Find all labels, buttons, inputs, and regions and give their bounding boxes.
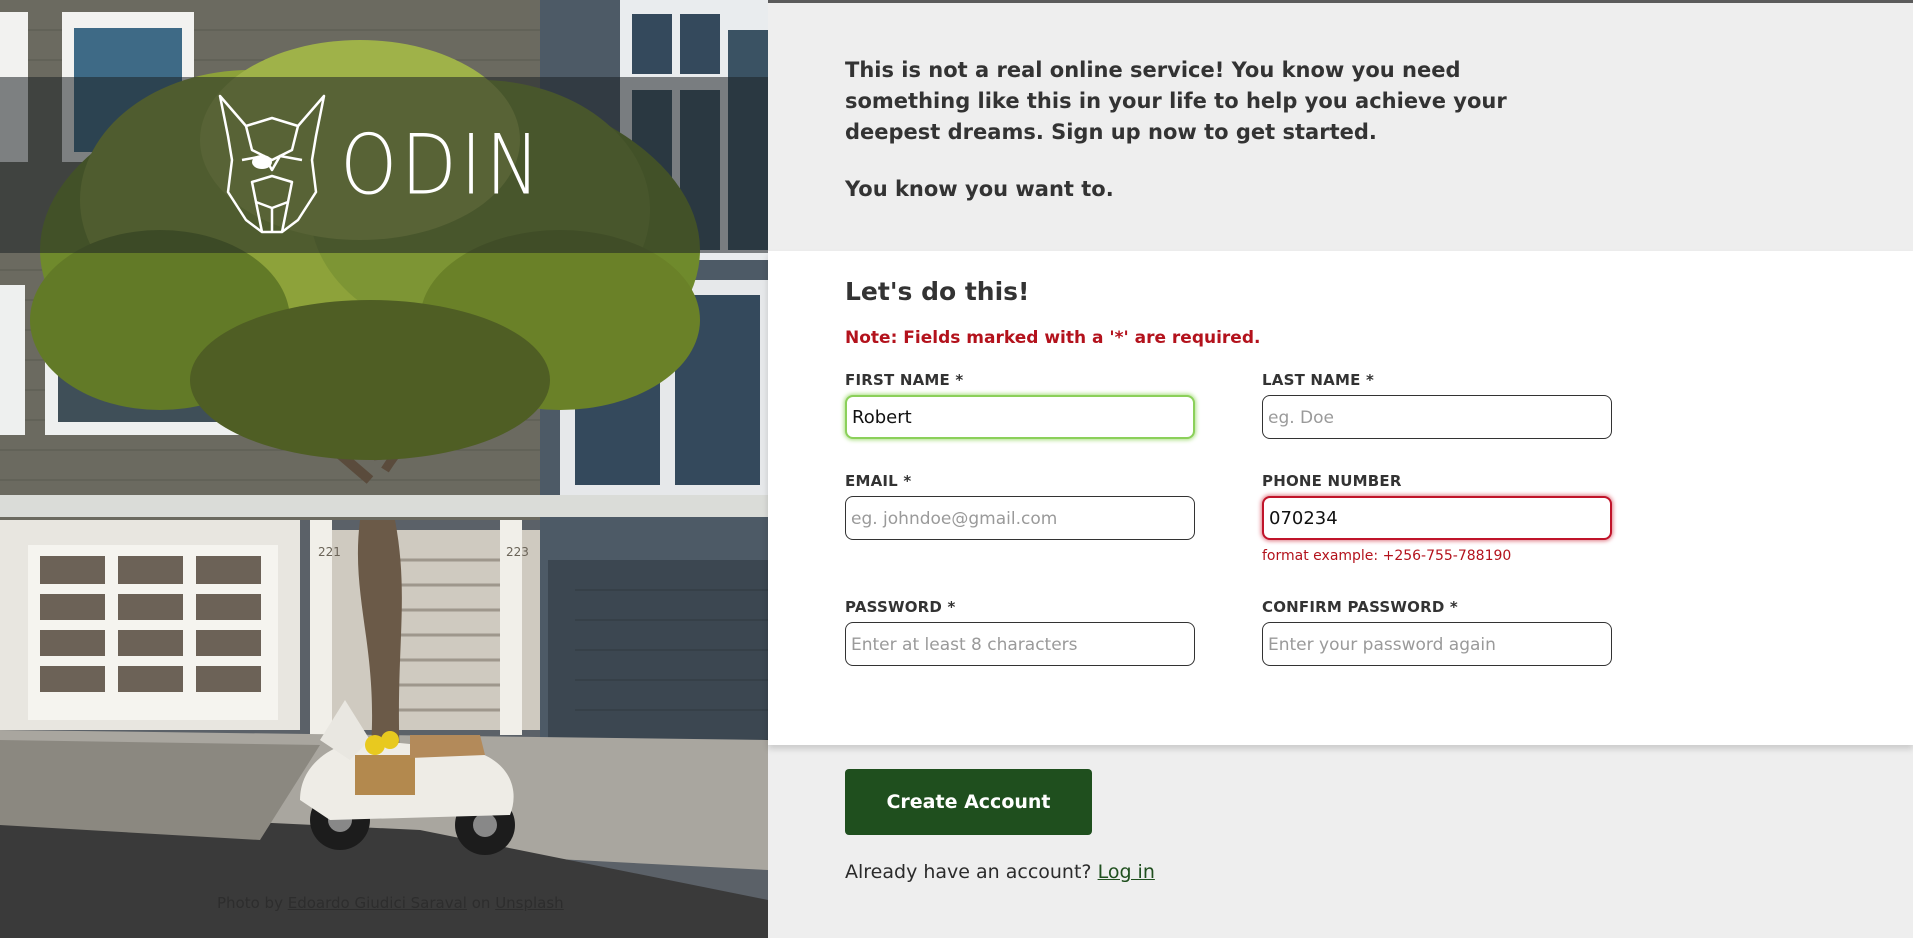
intro-section: This is not a real online service! You k… — [768, 3, 1913, 251]
last-name-field: LAST NAME * — [1262, 371, 1612, 472]
login-link[interactable]: Log in — [1098, 861, 1155, 883]
confirm-password-field: CONFIRM PASSWORD * — [1262, 598, 1612, 699]
intro-paragraph: This is not a real online service! You k… — [845, 58, 1507, 144]
confirm-password-label: CONFIRM PASSWORD * — [1262, 598, 1458, 616]
hero-image-panel: 221 223 ODIN Photo by Edoardo Giudici Sa… — [0, 0, 768, 938]
logo-banner: ODIN — [0, 77, 768, 253]
password-label: PASSWORD * — [845, 598, 956, 616]
first-name-label: FIRST NAME * — [845, 371, 964, 389]
signup-panel: This is not a real online service! You k… — [768, 0, 1913, 938]
phone-label: PHONE NUMBER — [1262, 472, 1402, 490]
required-note: Note: Fields marked with a '*' are requi… — [845, 328, 1261, 348]
credit-prefix: Photo by — [217, 894, 288, 912]
last-name-input[interactable] — [1262, 395, 1612, 439]
first-name-field: FIRST NAME * — [845, 371, 1195, 472]
phone-field: PHONE NUMBER format example: +256-755-78… — [1262, 472, 1612, 598]
photo-credit: Photo by Edoardo Giudici Saraval on Unsp… — [217, 894, 564, 912]
password-field: PASSWORD * — [845, 598, 1195, 699]
last-name-label: LAST NAME * — [1262, 371, 1375, 389]
credit-site-link[interactable]: Unsplash — [495, 894, 564, 912]
create-account-button[interactable]: Create Account — [845, 769, 1092, 835]
login-prompt: Already have an account? Log in — [845, 861, 1913, 883]
login-prompt-text: Already have an account? — [845, 861, 1098, 883]
confirm-password-input[interactable] — [1262, 622, 1612, 666]
phone-input[interactable] — [1262, 496, 1612, 540]
odin-logo: ODIN — [212, 90, 543, 240]
form-actions: Create Account Already have an account? … — [768, 745, 1913, 883]
form-heading: Let's do this! — [845, 277, 1030, 306]
email-input[interactable] — [845, 496, 1195, 540]
credit-author-link[interactable]: Edoardo Giudici Saraval — [288, 894, 467, 912]
logo-text: ODIN — [340, 116, 544, 214]
first-name-input[interactable] — [845, 395, 1195, 439]
email-label: EMAIL * — [845, 472, 912, 490]
phone-error-message: format example: +256-755-788190 — [1262, 548, 1512, 564]
intro-tagline: You know you want to. — [845, 177, 1114, 201]
credit-mid: on — [471, 894, 496, 912]
form-fields-grid: FIRST NAME * LAST NAME * EMAIL * PHONE N… — [845, 371, 1913, 699]
viking-helmet-icon — [219, 94, 326, 234]
signup-form: Let's do this! Note: Fields marked with … — [768, 251, 1913, 745]
house-number-left: 221 — [318, 545, 341, 559]
house-number-right: 223 — [506, 545, 529, 559]
email-field: EMAIL * — [845, 472, 1195, 598]
password-input[interactable] — [845, 622, 1195, 666]
